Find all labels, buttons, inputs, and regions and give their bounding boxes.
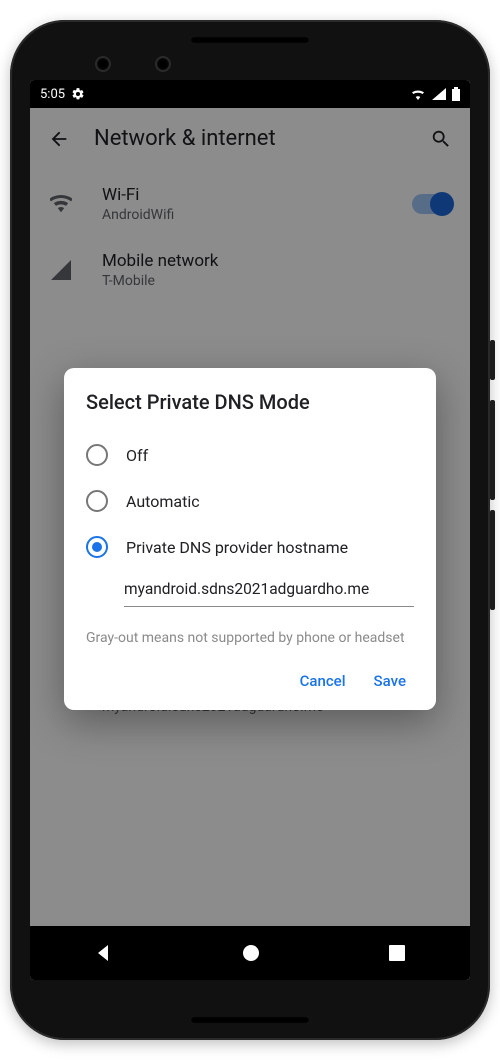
cancel-button[interactable]: Cancel	[300, 672, 346, 690]
front-sensor	[155, 56, 171, 72]
speaker-bottom	[190, 1016, 310, 1024]
front-camera	[95, 56, 111, 72]
radio-icon	[86, 490, 108, 512]
wifi-icon	[410, 88, 426, 100]
settings-page: Network & internet Wi-Fi AndroidWifi	[30, 108, 470, 980]
radio-icon	[86, 444, 108, 466]
nav-recents-icon[interactable]	[388, 944, 406, 962]
battery-icon	[452, 87, 460, 101]
radio-option-hostname[interactable]: Private DNS provider hostname	[86, 524, 414, 570]
dialog-title: Select Private DNS Mode	[86, 390, 414, 414]
speaker-top	[190, 36, 310, 44]
radio-icon	[86, 536, 108, 558]
radio-option-automatic[interactable]: Automatic	[86, 478, 414, 524]
cell-signal-icon	[432, 88, 446, 100]
nav-home-icon[interactable]	[241, 943, 261, 963]
dialog-actions: Cancel Save	[86, 648, 414, 700]
volume-up-button	[490, 400, 495, 500]
private-dns-dialog: Select Private DNS Mode Off Automatic Pr…	[64, 368, 436, 710]
status-bar: 5:05	[30, 80, 470, 108]
nav-back-icon[interactable]	[94, 943, 114, 963]
save-button[interactable]: Save	[374, 672, 406, 690]
phone-frame: 5:05 Ne	[10, 20, 490, 1040]
hostname-input[interactable]	[124, 574, 414, 607]
navigation-bar	[30, 926, 470, 980]
clock: 5:05	[40, 87, 65, 102]
radio-label: Private DNS provider hostname	[126, 538, 348, 557]
gear-icon	[71, 87, 85, 101]
radio-label: Off	[126, 446, 148, 465]
screen: 5:05 Ne	[30, 80, 470, 980]
dialog-hint: Gray-out means not supported by phone or…	[86, 629, 414, 648]
volume-down-button	[490, 510, 495, 610]
radio-option-off[interactable]: Off	[86, 432, 414, 478]
radio-label: Automatic	[126, 492, 200, 511]
power-button	[490, 340, 495, 380]
